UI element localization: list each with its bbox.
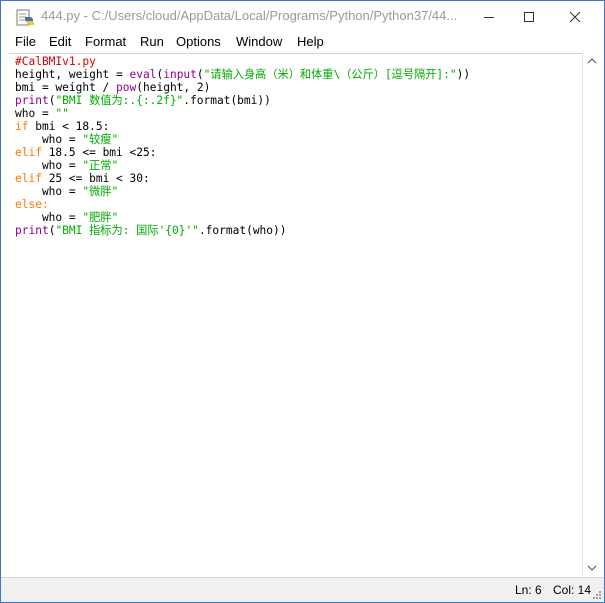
idle-editor-window: 444.py - C:/Users/cloud/AppData/Local/Pr…	[0, 0, 605, 603]
status-column-number: Col: 14	[553, 583, 592, 597]
scroll-up-icon[interactable]	[587, 57, 597, 65]
menu-help[interactable]: Help	[297, 34, 324, 49]
code-token: height, weight =	[15, 68, 130, 81]
minimize-icon	[484, 16, 494, 18]
menu-window[interactable]: Window	[236, 34, 282, 49]
code-string: "请输入身高（米）和体重\（公斤）[逗号隔开]:"	[203, 68, 457, 81]
menu-format[interactable]: Format	[85, 34, 126, 49]
menu-options[interactable]: Options	[176, 34, 221, 49]
code-builtin: eval	[129, 68, 157, 81]
code-token: 25 <= bmi < 30:	[41, 172, 150, 185]
code-keyword: elif	[15, 172, 42, 185]
code-string: "肥胖"	[82, 211, 119, 224]
menu-bar: File Edit Format Run Options Window Help	[1, 32, 604, 52]
code-token: bmi < 18.5:	[28, 120, 110, 133]
code-token: ))	[456, 68, 471, 81]
code-token: 18.5 <= bmi <25:	[41, 146, 157, 159]
python-idle-icon	[16, 9, 34, 26]
code-token: .format(bmi))	[183, 94, 271, 107]
code-keyword: elif	[15, 146, 42, 159]
close-icon	[569, 11, 581, 22]
code-token: who =	[15, 185, 83, 198]
code-keyword: :	[41, 198, 49, 211]
status-line-number: Ln: 6	[515, 583, 542, 597]
code-token: .format(who))	[198, 224, 287, 237]
window-title: 444.py - C:/Users/cloud/AppData/Local/Pr…	[41, 8, 458, 23]
code-token: who =	[15, 133, 83, 146]
maximize-button[interactable]	[506, 1, 552, 32]
code-string: "BMI 指标为: 国际'{0}'"	[55, 224, 199, 237]
code-editor[interactable]: #CalBMIv1.py height, weight = eval (input…	[9, 53, 582, 577]
code-token: bmi = weight /	[15, 81, 117, 94]
code-builtin: print	[15, 94, 49, 107]
close-button[interactable]	[552, 1, 598, 32]
code-string: "微胖"	[82, 185, 119, 198]
menu-run[interactable]: Run	[140, 34, 164, 49]
menu-file[interactable]: File	[15, 34, 36, 49]
code-builtin: print	[15, 224, 49, 237]
resize-grip-icon[interactable]	[592, 590, 602, 600]
code-builtin: input	[163, 68, 197, 81]
scroll-down-icon[interactable]	[587, 564, 597, 572]
menu-edit[interactable]: Edit	[49, 34, 71, 49]
code-token: who =	[15, 211, 83, 224]
code-string: ""	[55, 107, 69, 120]
code-token: (	[196, 68, 204, 81]
code-keyword: else	[15, 198, 42, 211]
status-bar: Ln: 6 Col: 14	[1, 577, 604, 602]
code-string: "正常"	[82, 159, 119, 172]
maximize-icon	[524, 11, 534, 22]
code-keyword: if	[15, 120, 29, 133]
code-string: "BMI 数值为:.{:.2f}"	[55, 94, 184, 107]
code-token: who =	[15, 159, 83, 172]
title-bar[interactable]: 444.py - C:/Users/cloud/AppData/Local/Pr…	[1, 1, 604, 32]
code-text[interactable]: #CalBMIv1.py height, weight = eval (input…	[15, 55, 470, 237]
code-token: who =	[15, 107, 56, 120]
code-comment: #CalBMIv1.py	[15, 55, 96, 68]
code-builtin: pow	[116, 81, 137, 94]
vertical-scrollbar[interactable]	[582, 53, 601, 576]
code-token: (height, 2)	[136, 81, 211, 94]
code-string: "较瘦"	[82, 133, 119, 146]
